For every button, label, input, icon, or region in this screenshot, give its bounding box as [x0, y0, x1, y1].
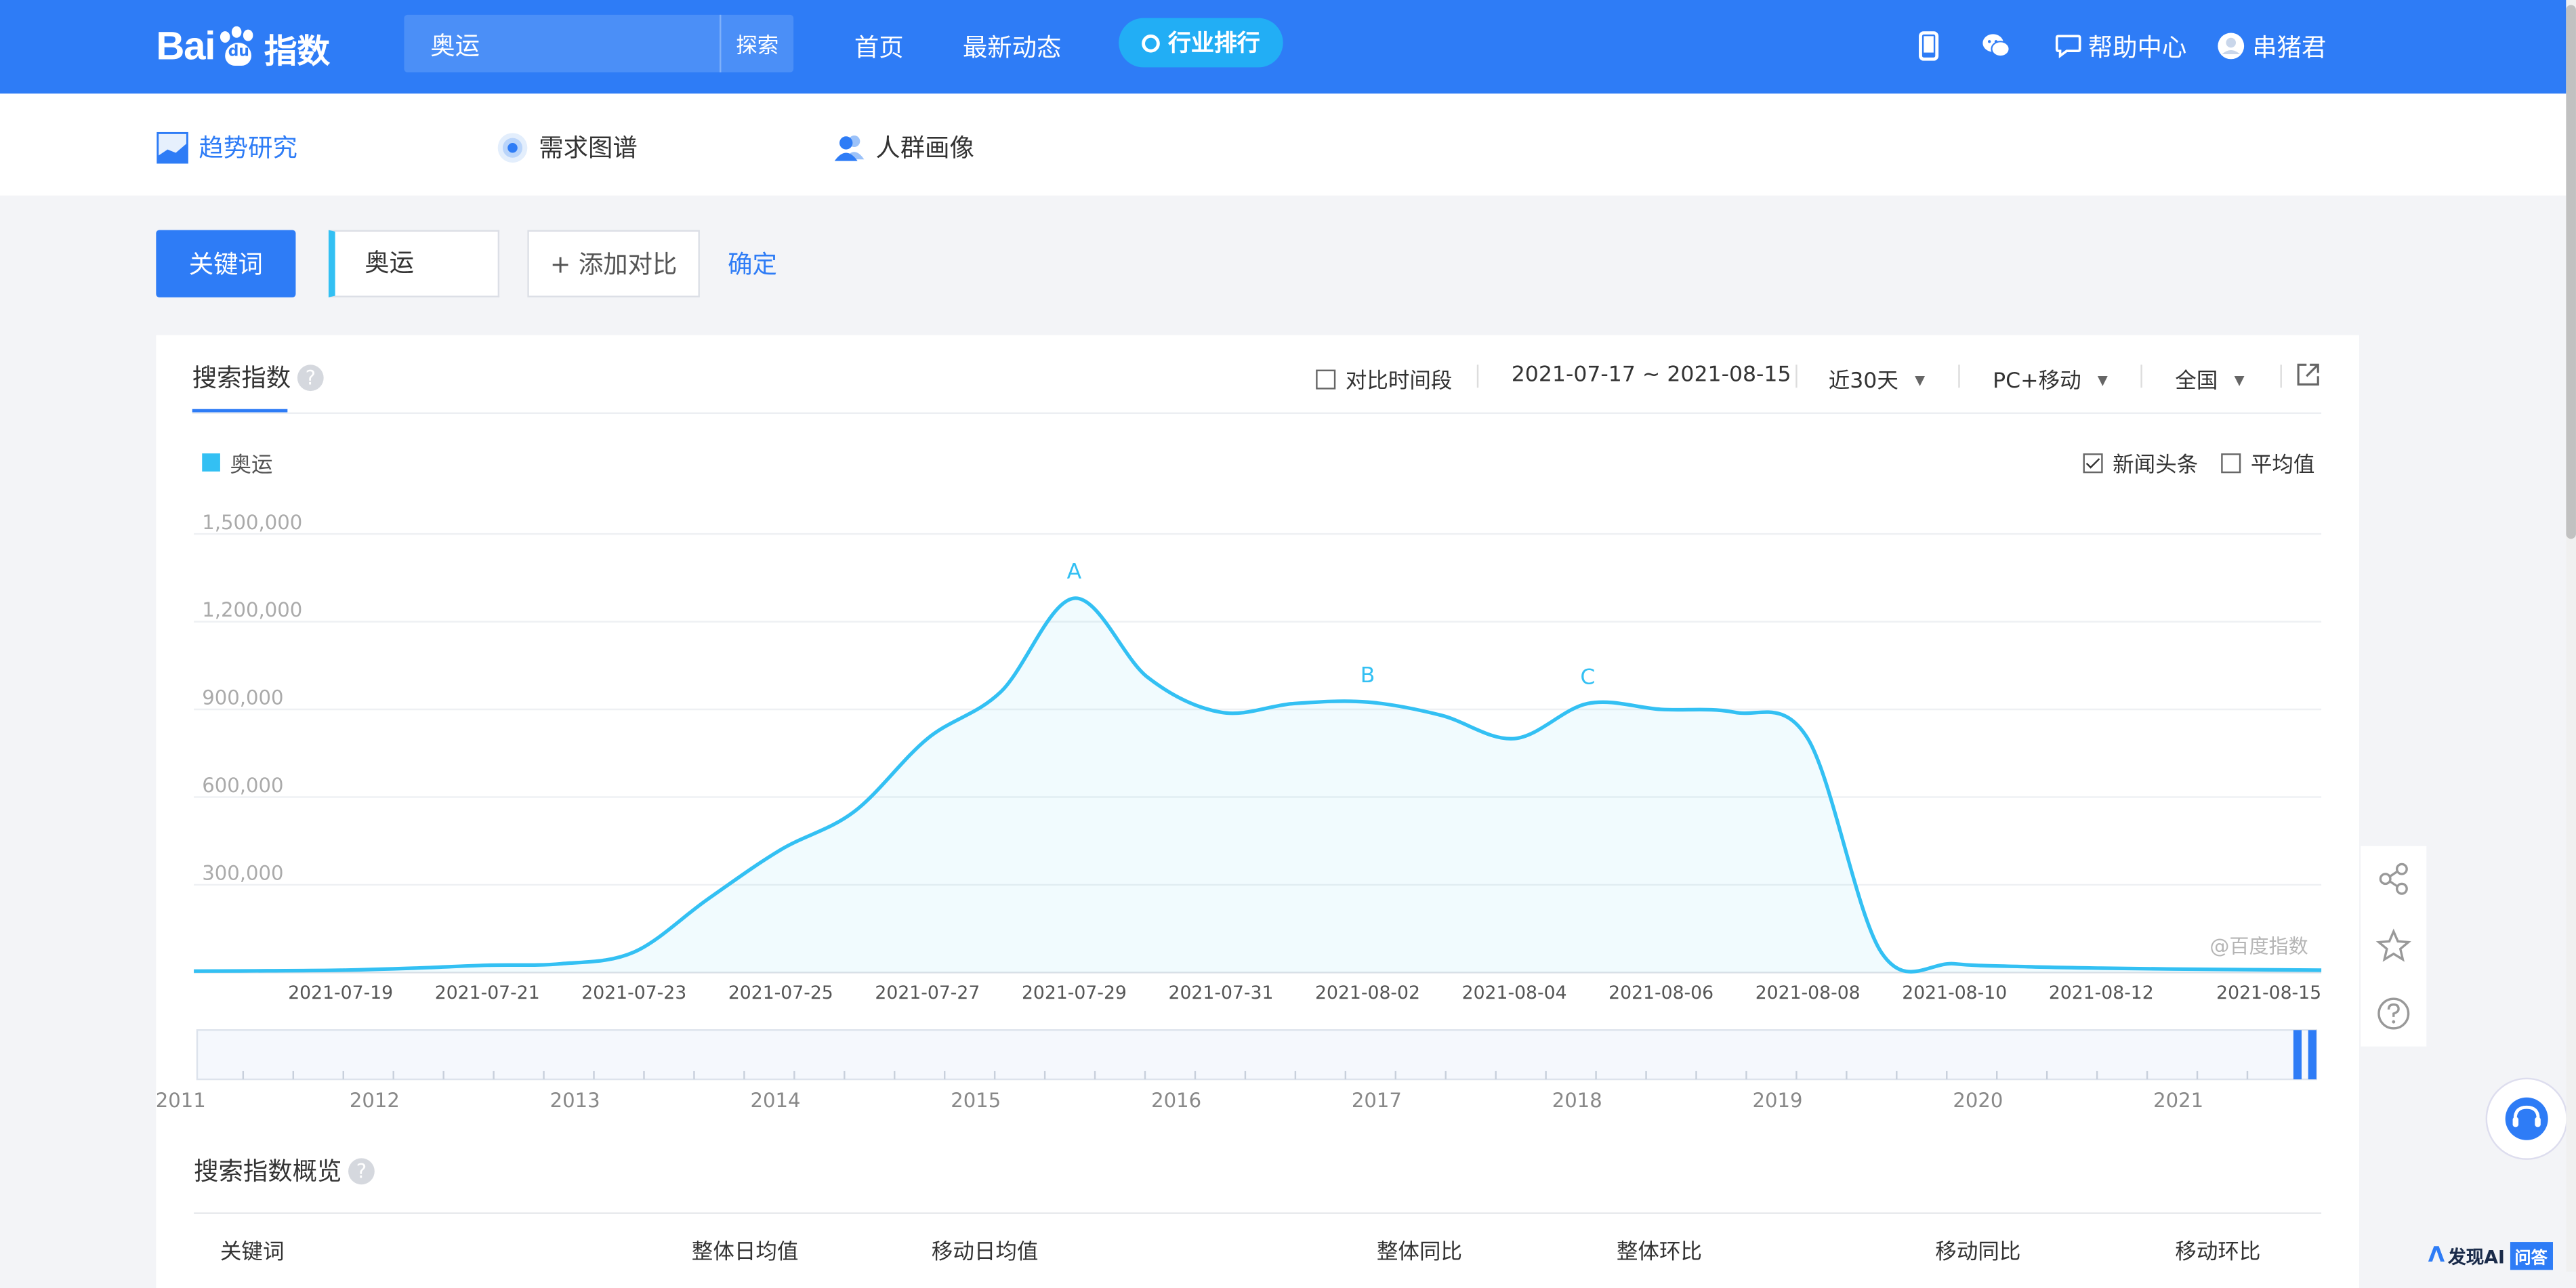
scrollbar-thumb[interactable]	[2566, 5, 2576, 539]
col-mobile-yoy: 移动同比	[1935, 1234, 2020, 1265]
question-icon[interactable]	[2375, 995, 2411, 1031]
brush-handle-left[interactable]	[2293, 1030, 2302, 1079]
col-mobile-mom: 移动环比	[2175, 1234, 2260, 1265]
y-tick-label: 600,000	[202, 774, 283, 797]
timeline-brush[interactable]	[197, 1030, 2317, 1079]
x-tick-label: 2021-08-12	[2049, 982, 2154, 1003]
y-tick-label: 1,200,000	[202, 598, 302, 621]
help-icon[interactable]: ?	[348, 1158, 375, 1184]
x-tick-label: 2021-07-21	[435, 982, 540, 1003]
search-index-chart[interactable]: 1,500,0001,200,000900,000600,000300,000 …	[0, 0, 2576, 1272]
col-keyword: 关键词	[220, 1234, 285, 1265]
overview-title-text: 搜索指数概览	[194, 1157, 341, 1186]
timeline-year-label: 2011	[156, 1089, 206, 1112]
x-tick-label: 2021-07-19	[288, 982, 393, 1003]
x-tick-label: 2021-08-10	[1902, 982, 2007, 1003]
timeline-year-label: 2019	[1753, 1089, 1803, 1112]
timeline-year-label: 2013	[550, 1089, 600, 1112]
timeline-year-label: 2014	[750, 1089, 800, 1112]
table-top-divider	[194, 1212, 2321, 1213]
x-tick-label: 2021-08-04	[1462, 982, 1567, 1003]
annotation-C[interactable]: C	[1580, 665, 1595, 689]
x-tick-label: 2021-07-31	[1169, 982, 1274, 1003]
x-tick-label: 2021-07-23	[581, 982, 686, 1003]
y-tick-label: 900,000	[202, 686, 283, 709]
ai-logo-icon: Λ	[2428, 1243, 2445, 1268]
watermark: @百度指数	[2209, 934, 2308, 957]
y-tick-label: 1,500,000	[202, 511, 302, 534]
overview-title: 搜索指数概览?	[194, 1153, 375, 1188]
ai-badge[interactable]: Λ 发现AI 问答	[2428, 1241, 2552, 1272]
page-scrollbar[interactable]	[2566, 0, 2576, 1272]
series-area	[194, 598, 2321, 973]
customer-service-button[interactable]	[2486, 1078, 2568, 1160]
col-overall-daily-avg: 整体日均值	[692, 1234, 799, 1265]
ai-badge-text: 发现AI	[2448, 1243, 2505, 1269]
x-tick-label: 2021-07-27	[875, 982, 980, 1003]
x-tick-label: 2021-08-08	[1756, 982, 1861, 1003]
timeline-year-label: 2017	[1352, 1089, 1402, 1112]
timeline-year-label: 2012	[350, 1089, 400, 1112]
col-mobile-daily-avg: 移动日均值	[932, 1234, 1039, 1265]
timeline-year-label: 2021	[2153, 1089, 2203, 1112]
timeline-year-label: 2018	[1552, 1089, 1602, 1112]
timeline-year-label: 2015	[951, 1089, 1001, 1112]
brush-handle-right[interactable]	[2308, 1030, 2317, 1079]
annotation-B[interactable]: B	[1360, 663, 1375, 688]
x-tick-label: 2021-08-02	[1315, 982, 1420, 1003]
annotation-A[interactable]: A	[1067, 560, 1082, 584]
x-tick-label: 2021-07-29	[1022, 982, 1127, 1003]
x-tick-label: 2021-08-06	[1608, 982, 1713, 1003]
timeline-year-label: 2016	[1151, 1089, 1201, 1112]
col-overall-yoy: 整体同比	[1377, 1234, 1462, 1265]
star-icon[interactable]	[2375, 928, 2411, 964]
y-tick-label: 300,000	[202, 862, 283, 885]
headset-chat-icon	[2502, 1094, 2552, 1144]
timeline-year-label: 2020	[1953, 1089, 2003, 1112]
side-toolbar	[2361, 846, 2426, 1047]
x-tick-label: 2021-07-25	[728, 982, 833, 1003]
ai-badge-tag: 问答	[2510, 1242, 2552, 1270]
col-overall-mom: 整体环比	[1617, 1234, 1702, 1265]
share-icon[interactable]	[2375, 861, 2411, 897]
x-tick-label: 2021-08-15	[2216, 982, 2321, 1003]
